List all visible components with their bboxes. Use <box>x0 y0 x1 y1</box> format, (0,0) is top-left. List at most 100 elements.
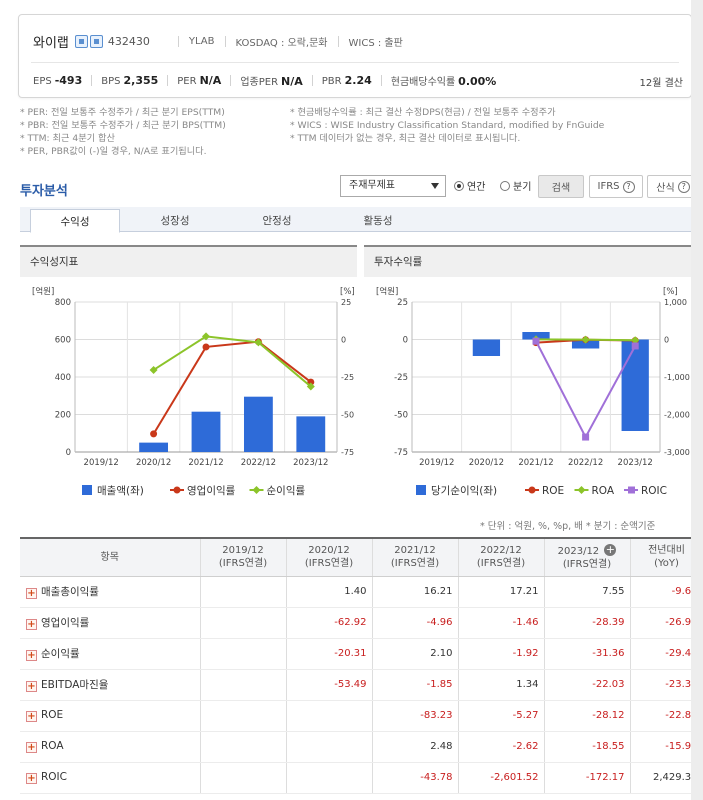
table-row: + 순이익률 -20.31 2.10 -1.92 -31.36 -29.44 <box>20 638 703 670</box>
expand-row-icon[interactable]: + <box>26 681 37 692</box>
table-cell <box>286 700 373 732</box>
metric-per: PER N/A <box>177 74 222 87</box>
legend-label: 매출액(좌) <box>97 485 144 497</box>
radio-label: 연간 <box>467 182 486 193</box>
table-cell: 1.34 <box>458 669 545 701</box>
row-label[interactable]: + ROA <box>20 731 201 763</box>
home-icon[interactable] <box>74 34 88 48</box>
row-label[interactable]: + ROIC <box>20 762 201 794</box>
y2-axis-label: [%] <box>340 287 355 297</box>
table-cell: 16.21 <box>372 576 459 608</box>
question-icon: ? <box>622 180 635 193</box>
bar <box>243 396 273 452</box>
row-label[interactable]: + EBITDA마진율 <box>20 669 201 701</box>
radio-quarter[interactable]: 분기 <box>500 178 531 193</box>
expand-row-icon[interactable]: + <box>26 619 37 630</box>
table-cell: -5.27 <box>458 700 545 732</box>
settlement-month: 12월 결산 <box>639 78 683 89</box>
row-label-text: ROIC <box>41 771 67 783</box>
table-cell <box>200 731 287 763</box>
y2-axis-label: [%] <box>663 287 678 297</box>
table-header-row: 항목 2019/12 (IFRS연결) 2020/12 (IFRS연결) 2021/… <box>20 538 703 577</box>
divider <box>380 75 382 86</box>
table-cell: -22.03 <box>544 669 631 701</box>
ticker: YLAB <box>188 35 215 47</box>
y2-tick-label: -3,000 <box>664 448 690 457</box>
table-cell: -2.62 <box>458 731 545 763</box>
header-2023: 2023/12 + (IFRS연결) <box>544 538 631 577</box>
expand-row-icon[interactable]: + <box>26 742 37 753</box>
header-2021: 2021/12 (IFRS연결) <box>372 538 459 577</box>
row-label[interactable]: + ROE <box>20 700 201 732</box>
note: * WICS : WISE Industry Classification St… <box>290 120 605 131</box>
expand-columns-icon[interactable]: + <box>604 543 617 556</box>
table-row: + 영업이익률 -62.92 -4.96 -1.46 -28.39 -26.93 <box>20 607 703 639</box>
divider <box>230 75 232 86</box>
statement-select[interactable]: 주재무제표 <box>340 175 446 197</box>
x-tick-label: 2021/12 <box>188 458 223 468</box>
table-cell: -18.55 <box>544 731 631 763</box>
bar <box>191 411 221 452</box>
y-tick-label: 200 <box>55 411 71 421</box>
question-icon: ? <box>677 180 690 193</box>
table-cell: 2.10 <box>372 638 459 670</box>
data-point <box>532 337 540 345</box>
expand-row-icon[interactable]: + <box>26 711 37 722</box>
table-cell: 2.48 <box>372 731 459 763</box>
row-label[interactable]: + 영업이익률 <box>20 607 201 639</box>
expand-row-icon[interactable]: + <box>26 773 37 784</box>
x-tick-label: 2023/12 <box>618 458 653 468</box>
table-cell <box>200 762 287 794</box>
y2-tick-label: 0 <box>664 336 669 345</box>
metric-bps: BPS 2,355 <box>101 74 159 87</box>
expand-row-icon[interactable]: + <box>26 650 37 661</box>
button-label: IFRS <box>597 181 620 192</box>
table-row: + EBITDA마진율 -53.49 -1.85 1.34 -22.03 -23.38 <box>20 669 703 701</box>
notes-left: * PER: 전일 보통주 수정주가 / 최근 분기 EPS(TTM) * PB… <box>20 106 226 158</box>
expand-row-icon[interactable]: + <box>26 588 37 599</box>
legend-label: 영업이익률 <box>187 484 236 497</box>
table-cell: -83.23 <box>372 700 459 732</box>
table-cell: -20.31 <box>286 638 373 670</box>
tab-stability[interactable]: 안정성 <box>232 209 322 232</box>
radio-dot-checked <box>454 180 464 191</box>
legend-label: ROIC <box>641 485 667 497</box>
tab-activity[interactable]: 활동성 <box>333 209 423 232</box>
table-cell: -1.46 <box>458 607 545 639</box>
wics-info: WICS : 출판 <box>348 37 403 49</box>
radio-annual[interactable]: 연간 <box>454 178 485 193</box>
row-label[interactable]: + 순이익률 <box>20 638 201 670</box>
table-cell <box>286 731 373 763</box>
data-point <box>582 433 590 441</box>
ifrs-help-button[interactable]: IFRS ? <box>589 175 643 198</box>
table-cell: 7.55 <box>544 576 631 608</box>
note: * TTM: 최근 4분기 합산 <box>20 133 115 144</box>
search-button[interactable]: 검색 <box>538 175 584 198</box>
legend-marker <box>173 486 181 494</box>
y2-tick-label: -25 <box>341 373 354 382</box>
scrollbar-track[interactable] <box>691 0 703 800</box>
legend-label: ROA <box>592 485 615 497</box>
table-row: + ROA 2.48 -2.62 -18.55 -15.93 <box>20 731 703 763</box>
y2-tick-label: 0 <box>341 336 346 345</box>
company-summary-card: 와이랩 432430 YLAB KOSDAQ : 오락,문화 WICS : 출판… <box>18 14 692 98</box>
company-title-row: 와이랩 432430 YLAB KOSDAQ : 오락,문화 WICS : 출판 <box>33 31 403 51</box>
table-cell <box>200 669 287 701</box>
select-value: 주재무제표 <box>349 180 395 191</box>
tab-growth[interactable]: 성장성 <box>130 209 220 232</box>
bar <box>139 442 169 452</box>
divider <box>31 62 679 63</box>
tab-profitability[interactable]: 수익성 <box>30 209 120 233</box>
row-label[interactable]: + 매출총이익률 <box>20 576 201 608</box>
table-cell <box>200 607 287 639</box>
y-tick-label: 25 <box>397 298 408 308</box>
metrics-row: EPS -493 BPS 2,355 PER N/A 업종PER N/A PBR 2.24… <box>33 73 496 88</box>
legend-label: 당기순이익(좌) <box>431 485 497 497</box>
divider <box>224 35 226 47</box>
profitability-chart: [억원] [%] 0 -75 200 -50 400 -25 600 0 800 25 2019/12 2… <box>32 286 355 497</box>
units-note: * 단위 : 억원, %, %p, 배 * 분기 : 순액기준 <box>480 521 656 532</box>
y-tick-label: 800 <box>55 298 71 308</box>
series-line <box>535 340 637 440</box>
report-icon[interactable] <box>89 34 103 48</box>
metric-pbr: PBR 2.24 <box>321 74 372 87</box>
